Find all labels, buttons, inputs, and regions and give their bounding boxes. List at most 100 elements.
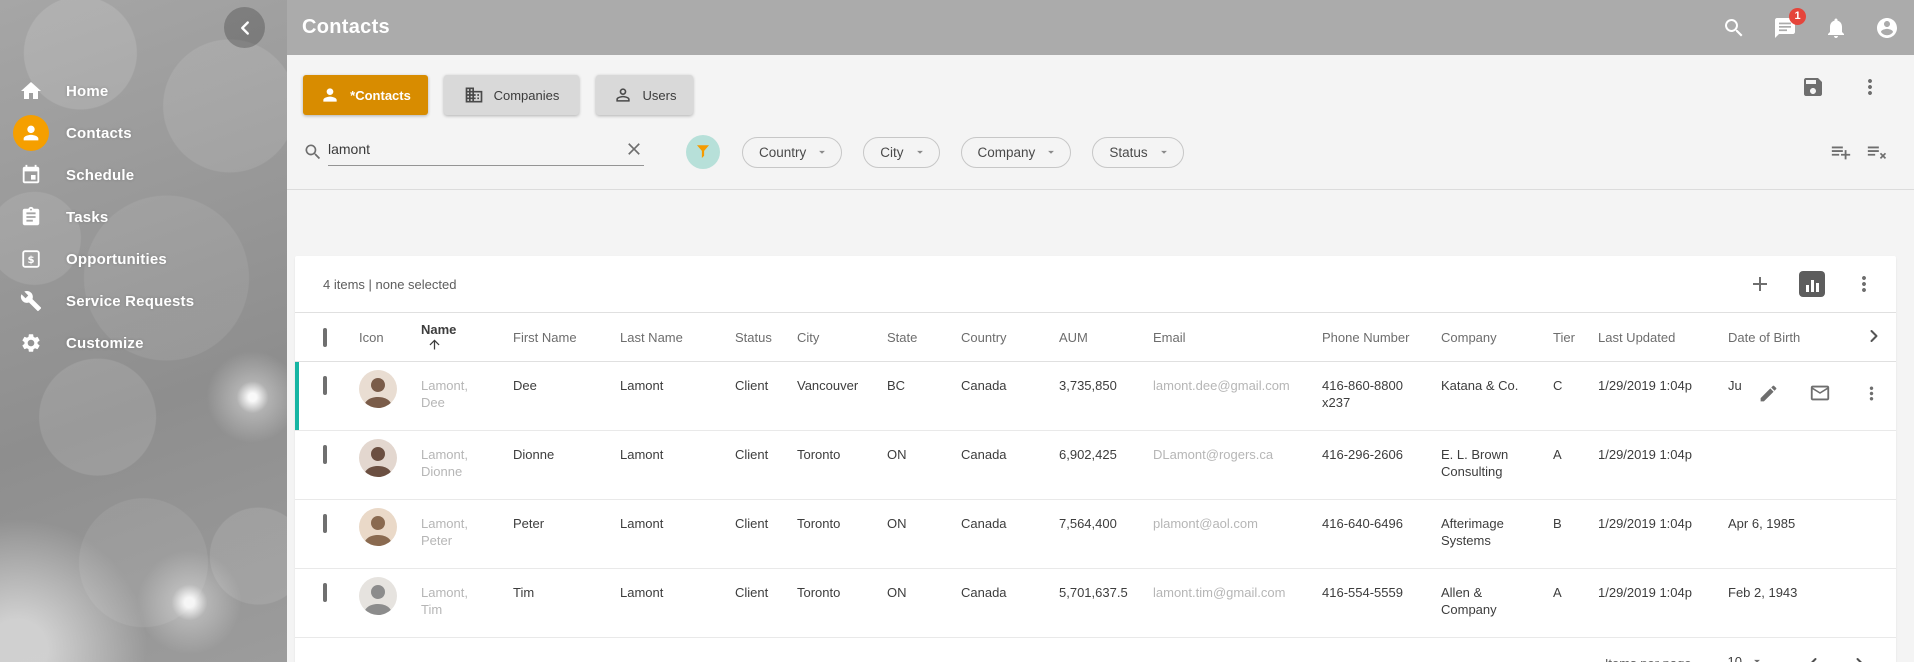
name-cell: Lamont, Peter xyxy=(421,515,479,549)
city-cell: Vancouver xyxy=(797,362,887,431)
last-name-cell: Lamont xyxy=(620,500,735,569)
first-name-cell: Dionne xyxy=(513,431,620,500)
previous-page-icon[interactable] xyxy=(1803,654,1823,662)
edit-pencil-icon[interactable] xyxy=(1758,383,1779,404)
state-cell: ON xyxy=(887,431,961,500)
column-header-city[interactable]: City xyxy=(797,313,887,362)
email-cell: DLamont@rogers.ca xyxy=(1153,431,1322,500)
row-checkbox[interactable] xyxy=(323,514,327,533)
chevron-left-icon xyxy=(234,17,256,39)
playlist-remove-icon[interactable] xyxy=(1866,141,1888,163)
dob-cell: Feb 2, 1943 xyxy=(1728,569,1838,638)
chip-label: City xyxy=(880,145,903,160)
email-envelope-icon[interactable] xyxy=(1809,382,1831,404)
save-icon[interactable] xyxy=(1801,75,1825,99)
sidebar-item-tasks[interactable]: Tasks xyxy=(0,196,287,238)
column-header-dob[interactable]: Date of Birth xyxy=(1728,313,1838,362)
column-header-country[interactable]: Country xyxy=(961,313,1059,362)
chevron-down-icon xyxy=(913,145,927,159)
filter-bar: lamont Country City xyxy=(287,115,1914,190)
status-cell: Client xyxy=(735,431,797,500)
aum-cell: 7,564,400 xyxy=(1059,500,1153,569)
more-vert-icon[interactable] xyxy=(1861,383,1882,404)
last-name-cell: Lamont xyxy=(620,362,735,431)
search-field[interactable]: lamont xyxy=(303,139,644,166)
contacts-person-icon xyxy=(13,115,49,151)
column-header-first-name[interactable]: First Name xyxy=(513,313,620,362)
sidebar-item-home[interactable]: Home xyxy=(0,70,287,112)
sidebar-item-label: Tasks xyxy=(66,209,108,226)
filter-chip-company[interactable]: Company xyxy=(961,137,1072,168)
column-header-last-updated[interactable]: Last Updated xyxy=(1598,313,1728,362)
sidebar-item-service-requests[interactable]: Service Requests xyxy=(0,280,287,322)
row-checkbox[interactable] xyxy=(323,583,327,602)
last-updated-cell: 1/29/2019 1:04p xyxy=(1598,362,1728,431)
dob-cell: Apr 6, 1985 xyxy=(1728,500,1838,569)
more-vert-icon[interactable] xyxy=(1858,75,1882,99)
first-name-cell: Tim xyxy=(513,569,620,638)
column-header-status[interactable]: Status xyxy=(735,313,797,362)
table-row: Lamont, Dionne Dionne Lamont Client Toro… xyxy=(295,431,1896,500)
clear-search-icon[interactable] xyxy=(624,139,644,159)
tab-contacts[interactable]: *Contacts xyxy=(303,75,428,115)
bar-chart-icon[interactable] xyxy=(1799,271,1825,297)
search-input[interactable]: lamont xyxy=(328,141,370,157)
filter-chip-country[interactable]: Country xyxy=(742,137,842,168)
column-header-tier[interactable]: Tier xyxy=(1553,313,1598,362)
account-circle-icon[interactable] xyxy=(1875,16,1899,40)
company-cell: Allen & Company xyxy=(1441,584,1523,618)
playlist-add-icon[interactable] xyxy=(1830,141,1852,163)
sidebar-item-label: Opportunities xyxy=(66,251,167,268)
next-page-icon[interactable] xyxy=(1850,654,1870,662)
pagination: Items per page 10 xyxy=(295,638,1896,662)
chat-icon[interactable]: 1 xyxy=(1773,16,1797,40)
filter-chip-status[interactable]: Status xyxy=(1092,137,1183,168)
funnel-icon xyxy=(694,143,712,161)
status-cell: Client xyxy=(735,362,797,431)
filter-funnel-button[interactable] xyxy=(686,135,720,169)
city-cell: Toronto xyxy=(797,569,887,638)
tier-cell: A xyxy=(1553,431,1598,500)
selection-summary: 4 items | none selected xyxy=(323,277,456,292)
avatar xyxy=(359,577,397,615)
sidebar-item-contacts[interactable]: Contacts xyxy=(0,112,287,154)
clipboard-icon xyxy=(13,199,49,235)
table-row: Lamont, Peter Peter Lamont Client Toront… xyxy=(295,500,1896,569)
sidebar-item-schedule[interactable]: Schedule xyxy=(0,154,287,196)
page-size-select[interactable]: 10 xyxy=(1718,654,1770,662)
column-header-last-name[interactable]: Last Name xyxy=(620,313,735,362)
last-name-cell: Lamont xyxy=(620,431,735,500)
search-icon[interactable] xyxy=(1722,16,1746,40)
aum-cell: 3,735,850 xyxy=(1059,362,1153,431)
sidebar-collapse-button[interactable] xyxy=(224,7,265,48)
status-cell: Client xyxy=(735,500,797,569)
country-cell: Canada xyxy=(961,569,1059,638)
add-icon[interactable] xyxy=(1748,272,1772,296)
last-updated-cell: 1/29/2019 1:04p xyxy=(1598,431,1728,500)
row-checkbox[interactable] xyxy=(323,445,327,464)
name-cell: Lamont, Dee xyxy=(421,377,479,411)
select-all-checkbox[interactable] xyxy=(323,328,327,347)
tab-users[interactable]: Users xyxy=(596,75,693,115)
first-name-cell: Dee xyxy=(513,362,620,431)
row-checkbox[interactable] xyxy=(323,376,327,395)
column-header-icon[interactable]: Icon xyxy=(359,313,421,362)
column-header-aum[interactable]: AUM xyxy=(1059,313,1153,362)
filter-chip-city[interactable]: City xyxy=(863,137,939,168)
column-header-company[interactable]: Company xyxy=(1441,313,1553,362)
scroll-columns-right-icon[interactable] xyxy=(1864,326,1884,346)
column-header-name[interactable]: Name xyxy=(421,313,513,362)
sidebar-item-customize[interactable]: Customize xyxy=(0,322,287,364)
tab-companies[interactable]: Companies xyxy=(444,75,579,115)
sidebar-item-opportunities[interactable]: $ Opportunities xyxy=(0,238,287,280)
column-header-state[interactable]: State xyxy=(887,313,961,362)
sidebar-item-label: Schedule xyxy=(66,167,134,184)
table-header-row: Icon Name First Name Last Name Status Ci… xyxy=(295,313,1896,362)
chip-label: Company xyxy=(978,145,1036,160)
column-header-email[interactable]: Email xyxy=(1153,313,1322,362)
last-updated-cell: 1/29/2019 1:04p xyxy=(1598,569,1728,638)
more-vert-icon[interactable] xyxy=(1852,272,1876,296)
sidebar-item-label: Service Requests xyxy=(66,293,194,310)
notifications-bell-icon[interactable] xyxy=(1824,16,1848,40)
column-header-phone[interactable]: Phone Number xyxy=(1322,313,1441,362)
